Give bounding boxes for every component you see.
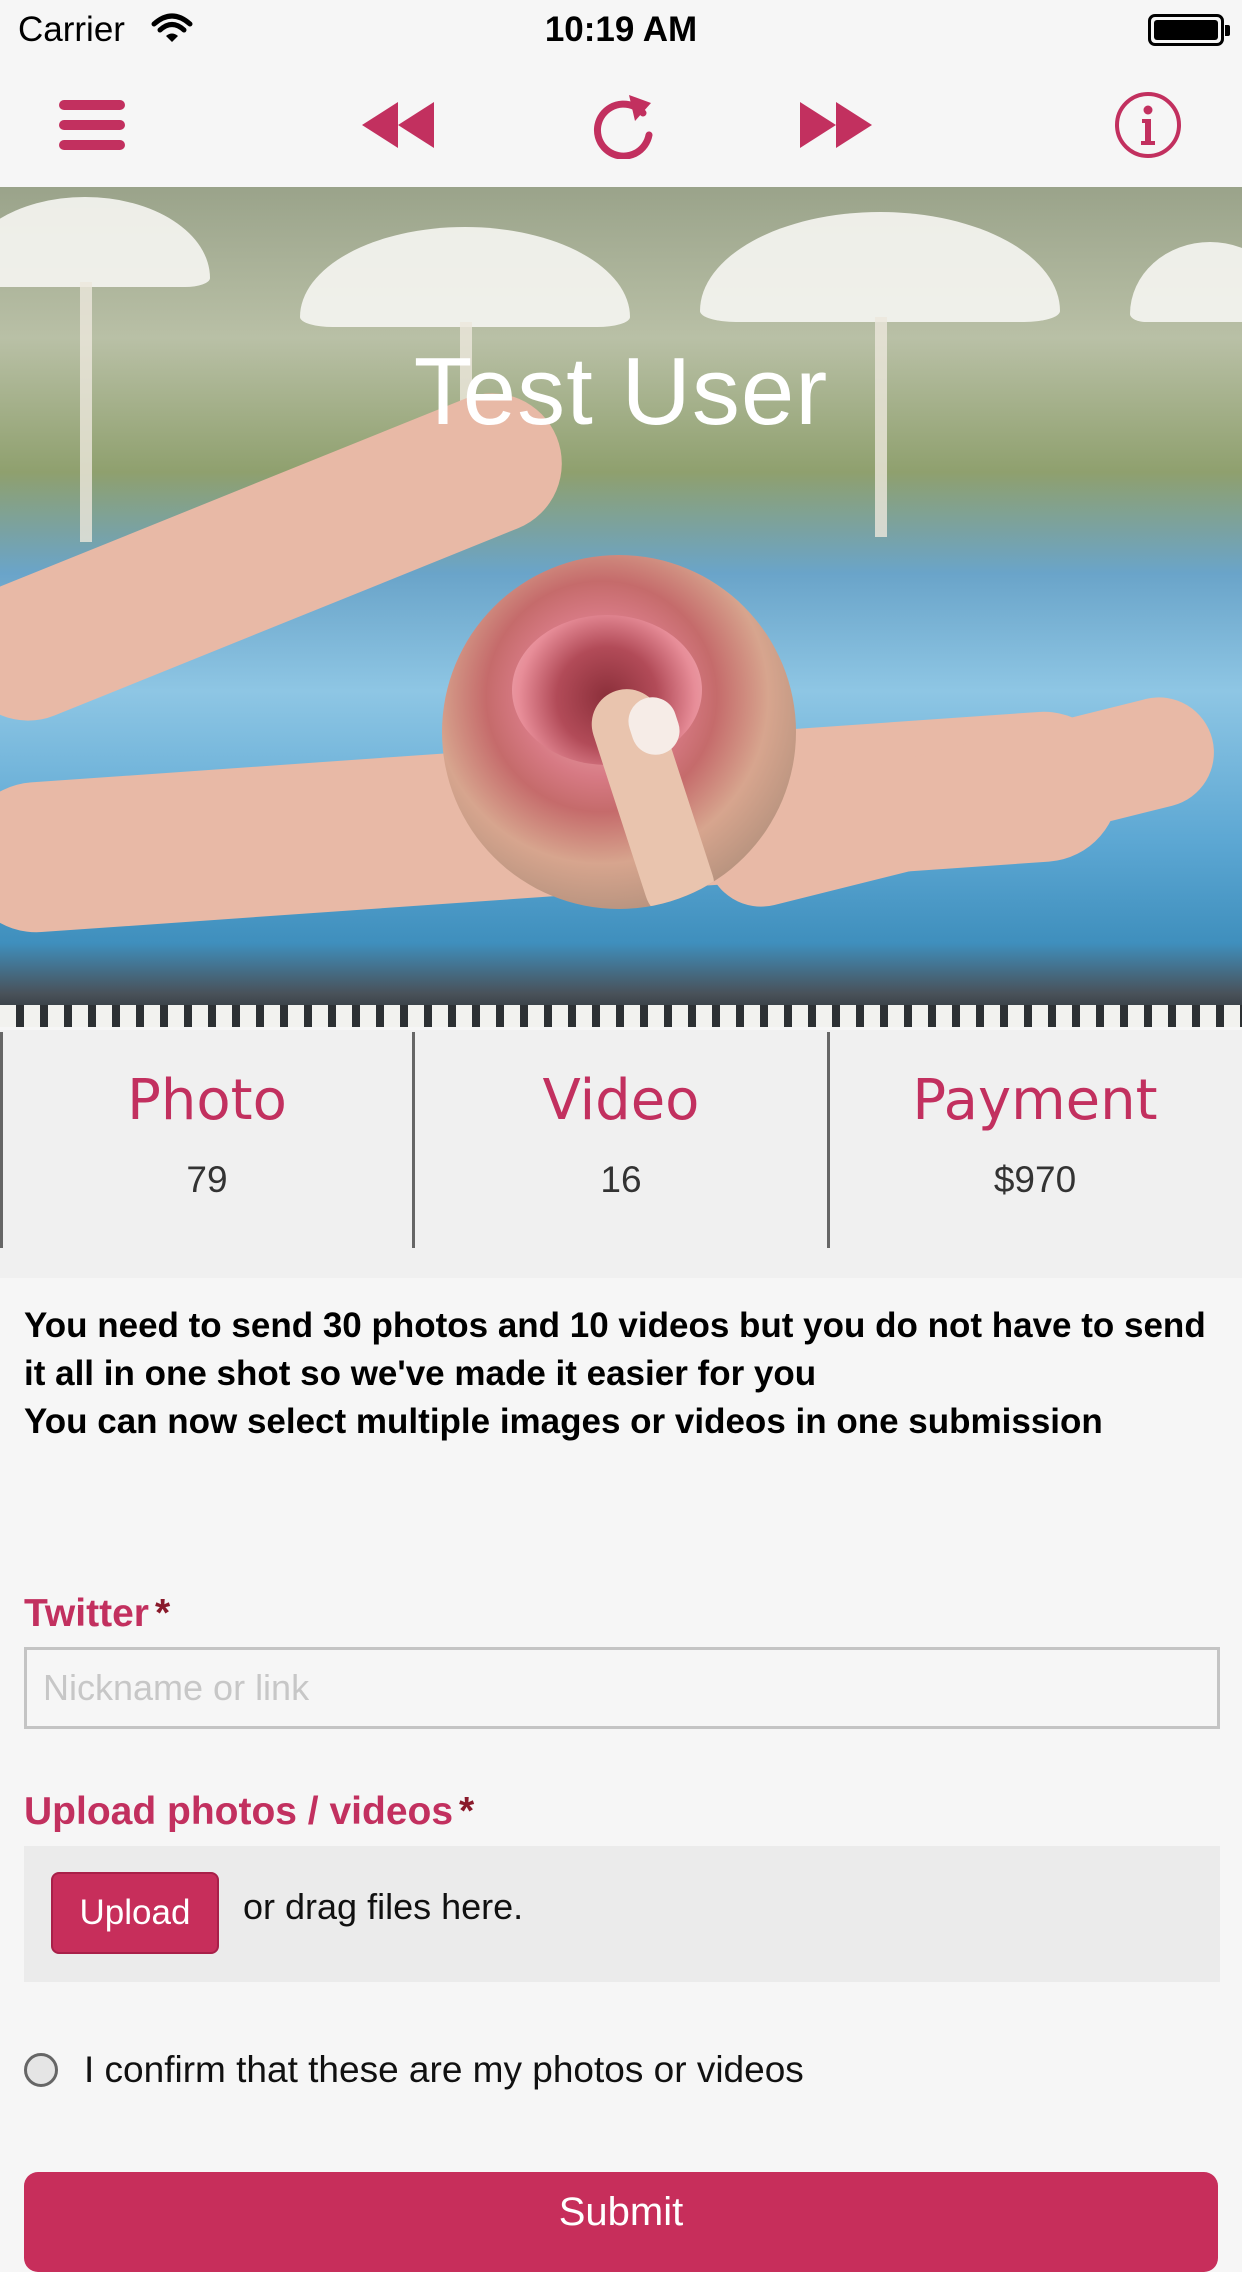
- confirm-row[interactable]: I confirm that these are my photos or vi…: [24, 2048, 804, 2092]
- confirm-label: I confirm that these are my photos or vi…: [84, 2049, 804, 2090]
- stat-video: Video 16: [414, 1030, 828, 1248]
- instructions-text: You need to send 30 photos and 10 videos…: [24, 1302, 1224, 1446]
- stat-video-label: Video: [542, 1068, 700, 1133]
- stat-photo-value: 79: [186, 1159, 228, 1200]
- top-toolbar: [0, 62, 1242, 187]
- profile-banner: Test User: [0, 187, 1242, 1027]
- stat-payment-value: $970: [993, 1159, 1077, 1200]
- clock: 10:19 AM: [544, 10, 698, 49]
- instructions-line-1: You need to send 30 photos and 10 videos…: [24, 1306, 1206, 1393]
- drag-files-text: or drag files here.: [243, 1886, 524, 1927]
- status-bar: Carrier 10:19 AM: [0, 0, 1242, 62]
- twitter-label: Twitter *: [24, 1592, 170, 1636]
- stat-payment: Payment $970: [828, 1030, 1242, 1248]
- upload-label: Upload photos / videos *: [24, 1790, 474, 1834]
- stat-payment-label: Payment: [912, 1068, 1158, 1133]
- twitter-input[interactable]: [24, 1647, 1220, 1729]
- rewind-icon[interactable]: [358, 88, 438, 162]
- avatar: [442, 555, 796, 909]
- stat-photo-label: Photo: [127, 1068, 287, 1133]
- upload-dropzone[interactable]: Upload or drag files here.: [24, 1846, 1220, 1982]
- refresh-icon[interactable]: [584, 88, 664, 162]
- upload-label-text: Upload photos / videos: [24, 1790, 454, 1833]
- info-icon[interactable]: [1108, 88, 1188, 162]
- stat-video-value: 16: [600, 1159, 642, 1200]
- stat-photo: Photo 79: [0, 1030, 414, 1248]
- menu-icon[interactable]: [52, 88, 132, 162]
- submit-button[interactable]: Submit: [24, 2172, 1218, 2272]
- battery-icon: [1148, 14, 1230, 46]
- required-mark: *: [459, 1790, 475, 1833]
- fast-forward-icon[interactable]: [796, 88, 876, 162]
- profile-name: Test User: [413, 338, 829, 445]
- twitter-label-text: Twitter: [24, 1592, 149, 1635]
- confirm-checkbox[interactable]: [24, 2053, 58, 2087]
- upload-button[interactable]: Upload: [51, 1872, 219, 1954]
- stats-panel: Photo 79 Video 16 Payment $970: [0, 1030, 1242, 1278]
- instructions-line-2: You can now select multiple images or vi…: [24, 1402, 1103, 1441]
- required-mark: *: [154, 1592, 171, 1635]
